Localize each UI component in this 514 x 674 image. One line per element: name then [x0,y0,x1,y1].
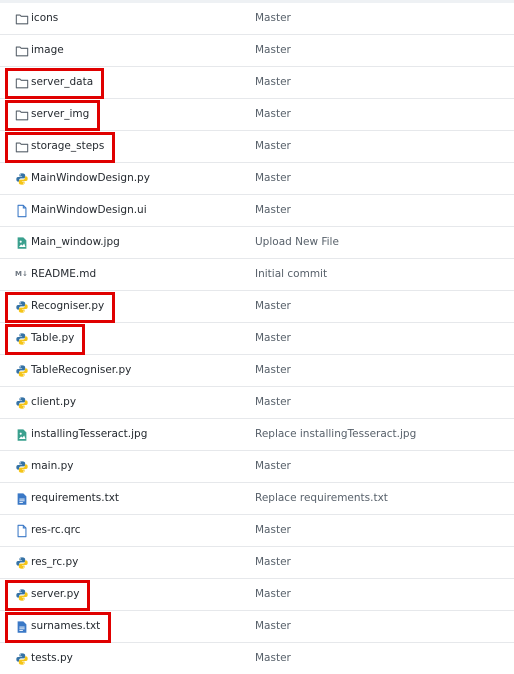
file-name-link[interactable]: server_img [31,99,89,130]
file-name-link[interactable]: server_data [31,67,93,98]
text-file-icon [15,619,29,633]
folder-icon [15,75,29,89]
commit-message-link[interactable]: Master [255,35,291,66]
commit-message-link[interactable]: Master [255,451,291,482]
text-file-icon [15,491,29,505]
markdown-icon: M↓ [15,270,28,278]
file-row[interactable]: image Master [0,35,514,67]
file-name-link[interactable]: storage_steps [31,131,104,162]
file-name-link[interactable]: README.md [31,259,96,290]
file-name-link[interactable]: res-rc.qrc [31,515,81,546]
file-list: icons Master image Master server_data Master s… [0,3,514,674]
commit-message-link[interactable]: Replace requirements.txt [255,483,388,514]
file-row[interactable]: TableRecogniser.py Master [0,355,514,387]
file-name-link[interactable]: main.py [31,451,73,482]
file-row[interactable]: MainWindowDesign.ui Master [0,195,514,227]
python-icon [15,171,29,185]
file-name-link[interactable]: res_rc.py [31,547,78,578]
python-icon [15,363,29,377]
file-name-link[interactable]: MainWindowDesign.py [31,163,150,194]
file-name-link[interactable]: TableRecogniser.py [31,355,131,386]
python-icon [15,459,29,473]
python-icon [15,587,29,601]
image-file-icon [15,235,29,249]
commit-message-link[interactable]: Master [255,611,291,642]
file-row[interactable]: Table.py Master [0,323,514,355]
python-icon [15,299,29,313]
commit-message-link[interactable]: Master [255,99,291,130]
commit-message-link[interactable]: Master [255,387,291,418]
folder-icon [15,139,29,153]
file-row[interactable]: surnames.txt Master [0,611,514,643]
file-row[interactable]: installingTesseract.jpg Replace installin… [0,419,514,451]
file-row[interactable]: server_data Master [0,67,514,99]
folder-icon [15,11,29,25]
file-row[interactable]: requirements.txt Replace requirements.txt [0,483,514,515]
commit-message-link[interactable]: Master [255,515,291,546]
file-row[interactable]: Main_window.jpg Upload New File [0,227,514,259]
commit-message-link[interactable]: Master [255,579,291,610]
python-icon [15,395,29,409]
file-name-link[interactable]: requirements.txt [31,483,119,514]
file-icon [15,523,29,538]
file-row[interactable]: main.py Master [0,451,514,483]
commit-message-link[interactable]: Master [255,323,291,354]
file-row[interactable]: tests.py Master [0,643,514,674]
file-row[interactable]: res_rc.py Master [0,547,514,579]
commit-message-link[interactable]: Replace installingTesseract.jpg [255,419,416,450]
commit-message-link[interactable]: Initial commit [255,259,327,290]
file-name-link[interactable]: Recogniser.py [31,291,104,322]
file-name-link[interactable]: icons [31,3,58,34]
file-name-link[interactable]: Main_window.jpg [31,227,120,258]
file-name-link[interactable]: surnames.txt [31,611,100,642]
commit-message-link[interactable]: Master [255,3,291,34]
file-name-link[interactable]: MainWindowDesign.ui [31,195,147,226]
commit-message-link[interactable]: Master [255,547,291,578]
folder-icon [15,43,29,57]
file-row[interactable]: res-rc.qrc Master [0,515,514,547]
file-row[interactable]: Recogniser.py Master [0,291,514,323]
commit-message-link[interactable]: Master [255,131,291,162]
file-row[interactable]: storage_steps Master [0,131,514,163]
commit-message-link[interactable]: Master [255,195,291,226]
file-row[interactable]: M↓ README.md Initial commit [0,259,514,291]
python-icon [15,331,29,345]
file-name-link[interactable]: installingTesseract.jpg [31,419,147,450]
commit-message-link[interactable]: Master [255,163,291,194]
file-name-link[interactable]: image [31,35,64,66]
file-row[interactable]: server.py Master [0,579,514,611]
file-name-link[interactable]: Table.py [31,323,74,354]
commit-message-link[interactable]: Master [255,291,291,322]
file-name-link[interactable]: client.py [31,387,76,418]
folder-icon [15,107,29,121]
commit-message-link[interactable]: Master [255,67,291,98]
python-icon [15,555,29,569]
python-icon [15,651,29,665]
commit-message-link[interactable]: Master [255,643,291,674]
file-icon [15,203,29,218]
file-name-link[interactable]: server.py [31,579,80,610]
image-file-icon [15,427,29,441]
file-row[interactable]: server_img Master [0,99,514,131]
commit-message-link[interactable]: Upload New File [255,227,339,258]
file-row[interactable]: icons Master [0,3,514,35]
file-row[interactable]: client.py Master [0,387,514,419]
file-row[interactable]: MainWindowDesign.py Master [0,163,514,195]
file-name-link[interactable]: tests.py [31,643,73,674]
commit-message-link[interactable]: Master [255,355,291,386]
